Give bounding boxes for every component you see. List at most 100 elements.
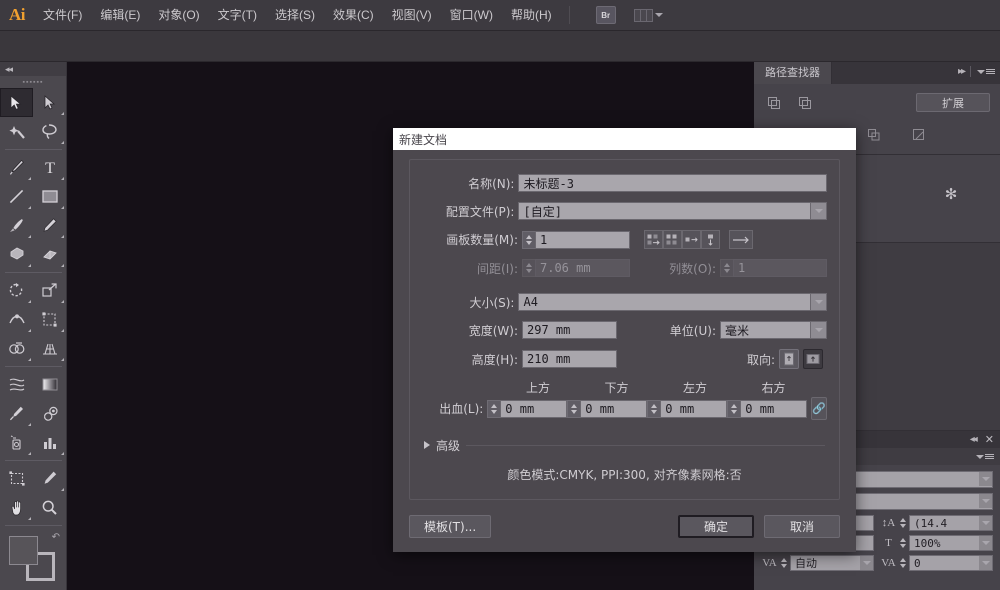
- scale-tool[interactable]: [33, 276, 66, 305]
- tab-pathfinder[interactable]: 路径查找器: [754, 62, 832, 84]
- unite-button[interactable]: [764, 93, 783, 112]
- units-select[interactable]: 毫米: [720, 321, 827, 339]
- width-tool[interactable]: [0, 305, 33, 334]
- menu-help[interactable]: 帮助(H): [502, 0, 561, 31]
- advanced-header[interactable]: 高级: [410, 436, 839, 454]
- slice-tool[interactable]: [33, 464, 66, 493]
- blob-brush-tool[interactable]: [0, 240, 33, 269]
- artboards-stepper[interactable]: [522, 231, 535, 249]
- bleed-top-stepper[interactable]: [487, 400, 500, 418]
- chevron-down-icon[interactable]: [810, 203, 826, 219]
- menu-effect[interactable]: 效果(C): [324, 0, 383, 31]
- template-button[interactable]: 模板(T)...: [409, 515, 491, 538]
- selection-tool[interactable]: [0, 88, 33, 117]
- line-segment-tool[interactable]: [0, 182, 33, 211]
- vertical-scale-input[interactable]: 100%: [909, 535, 993, 551]
- leading-stepper[interactable]: [900, 518, 906, 528]
- bleed-right-input[interactable]: 0 mm: [740, 400, 807, 418]
- rotate-tool[interactable]: [0, 276, 33, 305]
- merge-button[interactable]: [864, 125, 883, 144]
- menu-edit[interactable]: 编辑(E): [91, 0, 149, 31]
- free-transform-tool[interactable]: [33, 305, 66, 334]
- bleed-left-stepper[interactable]: [647, 400, 660, 418]
- chevron-right-icon[interactable]: [424, 441, 430, 449]
- blend-tool[interactable]: [33, 399, 66, 428]
- leading-input[interactable]: (14.4: [909, 515, 993, 531]
- menu-window[interactable]: 窗口(W): [441, 0, 502, 31]
- kerning-stepper[interactable]: [781, 558, 787, 568]
- height-input[interactable]: 210 mm: [522, 350, 617, 368]
- hand-tool[interactable]: [0, 493, 33, 522]
- menu-object[interactable]: 对象(O): [149, 0, 208, 31]
- collapse-panel-icon[interactable]: ◂◂: [970, 434, 976, 445]
- close-icon[interactable]: ✕: [985, 433, 994, 446]
- bleed-left-input[interactable]: 0 mm: [660, 400, 727, 418]
- eraser-tool[interactable]: [33, 240, 66, 269]
- shape-builder-tool[interactable]: [0, 334, 33, 363]
- menu-type[interactable]: 文字(T): [209, 0, 266, 31]
- bleed-top-input[interactable]: 0 mm: [500, 400, 567, 418]
- pen-tool[interactable]: [0, 153, 33, 182]
- panel-menu-icon[interactable]: [977, 69, 995, 74]
- orientation-portrait-button[interactable]: [779, 349, 799, 369]
- arrange-direction-button[interactable]: [729, 230, 753, 249]
- menu-view[interactable]: 视图(V): [383, 0, 441, 31]
- expand-button[interactable]: 扩展: [916, 93, 990, 112]
- minus-front-button[interactable]: [795, 93, 814, 112]
- workspace-switcher[interactable]: [634, 9, 663, 22]
- chevron-down-icon[interactable]: [979, 536, 992, 550]
- arrange-grid-rows-button[interactable]: [644, 230, 663, 249]
- bleed-bottom-input[interactable]: 0 mm: [580, 400, 647, 418]
- size-select[interactable]: A4: [518, 293, 827, 311]
- cancel-button[interactable]: 取消: [764, 515, 840, 538]
- eyedropper-tool[interactable]: [0, 399, 33, 428]
- vertical-scale-stepper[interactable]: [900, 538, 906, 548]
- profile-select[interactable]: [自定]: [518, 202, 827, 220]
- column-graph-tool[interactable]: [33, 428, 66, 457]
- paintbrush-tool[interactable]: [0, 211, 33, 240]
- magic-wand-tool[interactable]: [0, 117, 33, 146]
- chevron-down-icon[interactable]: [979, 494, 992, 508]
- crop-button[interactable]: [909, 125, 928, 144]
- type-tool[interactable]: T: [33, 153, 66, 182]
- perspective-grid-tool[interactable]: [33, 334, 66, 363]
- symbol-sprayer-tool[interactable]: [0, 428, 33, 457]
- bridge-icon[interactable]: Br: [596, 6, 616, 24]
- mesh-tool[interactable]: [0, 370, 33, 399]
- lasso-tool[interactable]: [33, 117, 66, 146]
- gradient-tool[interactable]: [33, 370, 66, 399]
- orientation-landscape-button[interactable]: [803, 349, 823, 369]
- rectangle-tool[interactable]: [33, 182, 66, 211]
- chevron-down-icon[interactable]: [810, 322, 826, 338]
- collapse-panel-icon[interactable]: ▸▸: [958, 66, 964, 77]
- artboard-tool[interactable]: [0, 464, 33, 493]
- chevron-down-icon[interactable]: [979, 516, 992, 530]
- direct-selection-tool[interactable]: [33, 88, 66, 117]
- reference-point-icon[interactable]: ✻: [940, 183, 962, 205]
- zoom-tool[interactable]: [33, 493, 66, 522]
- arrange-row-button[interactable]: [682, 230, 701, 249]
- artboards-input[interactable]: 1: [535, 231, 630, 249]
- tracking-stepper[interactable]: [900, 558, 906, 568]
- bleed-link-icon[interactable]: 🔗: [811, 397, 827, 420]
- bleed-bottom-stepper[interactable]: [567, 400, 580, 418]
- chevron-down-icon[interactable]: [810, 294, 826, 310]
- tracking-input[interactable]: 0: [909, 555, 993, 571]
- menu-file[interactable]: 文件(F): [34, 0, 91, 31]
- arrange-grid-columns-button[interactable]: [663, 230, 682, 249]
- collapse-tools-icon[interactable]: ◂◂: [0, 62, 66, 76]
- width-input[interactable]: 297 mm: [522, 321, 617, 339]
- name-input[interactable]: 未标题-3: [518, 174, 827, 192]
- chevron-down-icon[interactable]: [979, 556, 992, 570]
- arrange-column-button[interactable]: [701, 230, 720, 249]
- chevron-down-icon[interactable]: [860, 556, 873, 570]
- bleed-right-stepper[interactable]: [727, 400, 740, 418]
- tools-drag-grip[interactable]: ▪▪▪▪▪▪: [0, 76, 66, 88]
- fill-swatch[interactable]: [9, 536, 38, 565]
- kerning-input[interactable]: 自动: [790, 555, 874, 571]
- pencil-tool[interactable]: [33, 211, 66, 240]
- menu-select[interactable]: 选择(S): [266, 0, 324, 31]
- panel-menu-icon[interactable]: [976, 454, 994, 459]
- ok-button[interactable]: 确定: [678, 515, 754, 538]
- swap-fill-stroke-icon[interactable]: ↶: [52, 532, 60, 543]
